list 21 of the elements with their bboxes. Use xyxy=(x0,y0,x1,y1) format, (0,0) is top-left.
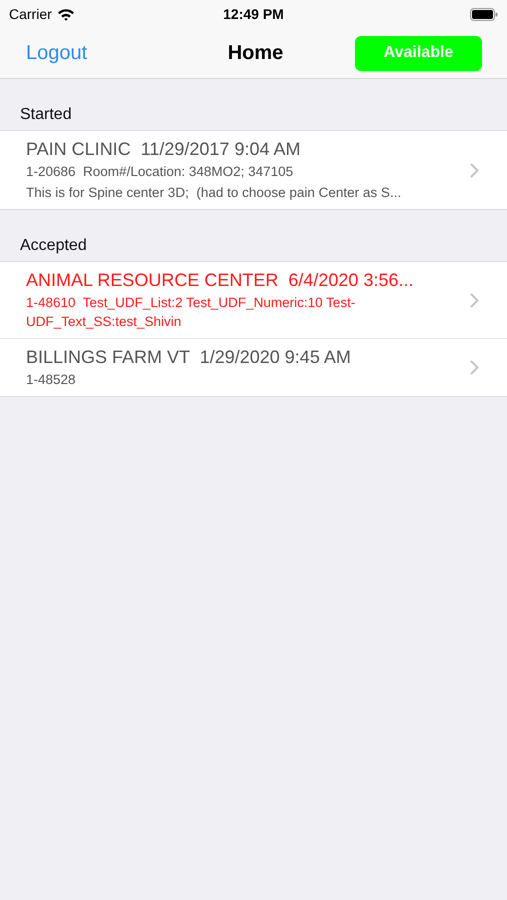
job-detail: 1-48528 xyxy=(26,371,77,389)
job-detail: This is for Spine center 3D; (had to choose pain Center as S... xyxy=(26,184,402,202)
chevron-right-icon xyxy=(470,292,479,308)
job-row[interactable]: PAIN CLINIC 11/29/2017 9:04 AM 1-20686 Room#/Location: 348MO2; 347105 This is for Spine center 3D; (had to choose pain Center as S... xyxy=(0,131,507,209)
job-row[interactable]: ANIMAL RESOURCE CENTER 6/4/2020 3:56... 1-48610 Test_UDF_List:2 Test_UDF_Numeric:10 Test-UDF_Text_SS:test_Shivin xyxy=(0,262,507,338)
status-time: 12:49 PM xyxy=(223,4,284,24)
carrier-label: Carrier xyxy=(9,4,52,24)
job-row[interactable]: BILLINGS FARM VT 1/29/2020 9:45 AM 1-48528 xyxy=(0,338,507,396)
job-detail: 1-48610 Test_UDF_List:2 Test_UDF_Numeric:10 Test-UDF_Text_SS:test_Shivin xyxy=(26,294,356,331)
job-title: BILLINGS FARM VT 1/29/2020 9:45 AM xyxy=(26,346,352,368)
logout-button[interactable]: Logout xyxy=(26,38,156,68)
section-header: Accepted xyxy=(20,237,87,254)
wifi-icon xyxy=(56,8,75,20)
job-detail: 1-20686 Room#/Location: 348MO2; 347105 xyxy=(26,163,294,181)
chevron-right-icon xyxy=(470,162,479,178)
job-title: ANIMAL RESOURCE CENTER 6/4/2020 3:56... xyxy=(26,269,414,291)
chevron-right-icon xyxy=(470,360,479,375)
job-title: PAIN CLINIC 11/29/2017 9:04 AM xyxy=(26,138,302,160)
section-header: Started xyxy=(20,106,72,123)
battery-icon xyxy=(470,8,498,20)
nav-title: Home xyxy=(228,41,284,66)
